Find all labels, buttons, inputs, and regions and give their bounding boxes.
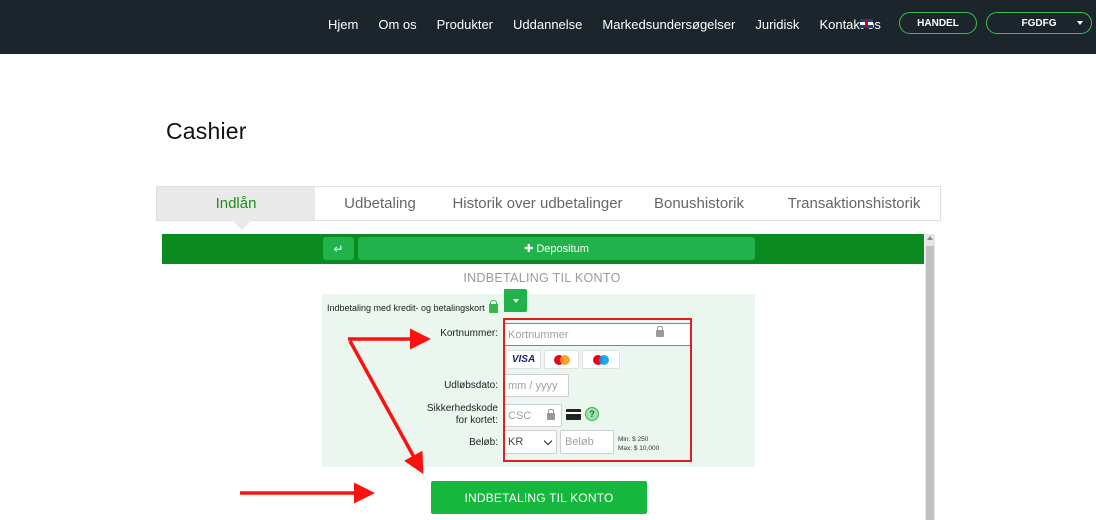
deposit-button[interactable]: ✚ Depositum [358, 237, 755, 260]
main-nav: Hjem Om os Produkter Uddannelse Markedsu… [328, 17, 901, 32]
page-title: Cashier [166, 118, 247, 144]
scrollbar-thumb[interactable] [926, 246, 934, 520]
uk-flag-icon[interactable] [860, 19, 873, 28]
tab-withdrawal[interactable]: Udbetaling [315, 187, 445, 220]
top-navbar: Hjem Om os Produkter Uddannelse Markedsu… [0, 0, 1096, 54]
nav-item-education[interactable]: Uddannelse [513, 17, 582, 32]
user-menu-label: FGDFG [1021, 17, 1057, 29]
form-heading-text: Indbetaling med kredit- og betalingskort [327, 302, 485, 313]
section-title: INDBETALING TIL KONTO [463, 271, 621, 285]
csc-label: Sikkerhedskode for kortet: [410, 403, 498, 427]
back-button[interactable]: ↵ [323, 237, 354, 260]
plus-icon: ✚ [524, 243, 534, 255]
csc-label-line1: Sikkerhedskode [426, 403, 498, 414]
trade-button[interactable]: HANDEL [899, 12, 977, 34]
expiry-label: Udløbsdato: [444, 380, 498, 391]
nav-item-products[interactable]: Produkter [437, 17, 493, 32]
highlight-box [503, 318, 692, 462]
cashier-toolbar: ↵ ✚ Depositum [162, 234, 924, 264]
card-dropdown-button[interactable] [504, 289, 527, 312]
tab-withdrawal-history[interactable]: Historik over udbetalinger [445, 187, 630, 220]
nav-item-home[interactable]: Hjem [328, 17, 358, 32]
scrollbar[interactable] [925, 234, 935, 520]
cashier-tabs: Indlån Udbetaling Historik over udbetali… [156, 186, 941, 230]
card-number-label: Kortnummer: [440, 328, 498, 339]
secure-lock-icon [488, 300, 498, 313]
user-menu-button[interactable]: FGDFG [986, 12, 1092, 34]
nav-item-legal[interactable]: Juridisk [755, 17, 799, 32]
amount-label: Beløb: [469, 437, 498, 448]
csc-label-line2: for kortet: [455, 415, 498, 426]
tab-transaction-history[interactable]: Transaktionshistorik [768, 187, 940, 220]
return-arrow-icon: ↵ [333, 241, 344, 256]
tab-bonus-history[interactable]: Bonushistorik [630, 187, 768, 220]
caret-down-icon [1077, 21, 1083, 25]
form-heading: Indbetaling med kredit- og betalingskort [327, 300, 498, 313]
deposit-button-label: Depositum [536, 242, 589, 255]
nav-item-about[interactable]: Om os [378, 17, 416, 32]
scroll-up-icon[interactable] [927, 236, 933, 240]
tab-deposit[interactable]: Indlån [157, 187, 315, 230]
submit-deposit-button[interactable]: INDBETALING TIL KONTO [431, 481, 647, 514]
nav-item-market-research[interactable]: Markedsundersøgelser [602, 17, 735, 32]
